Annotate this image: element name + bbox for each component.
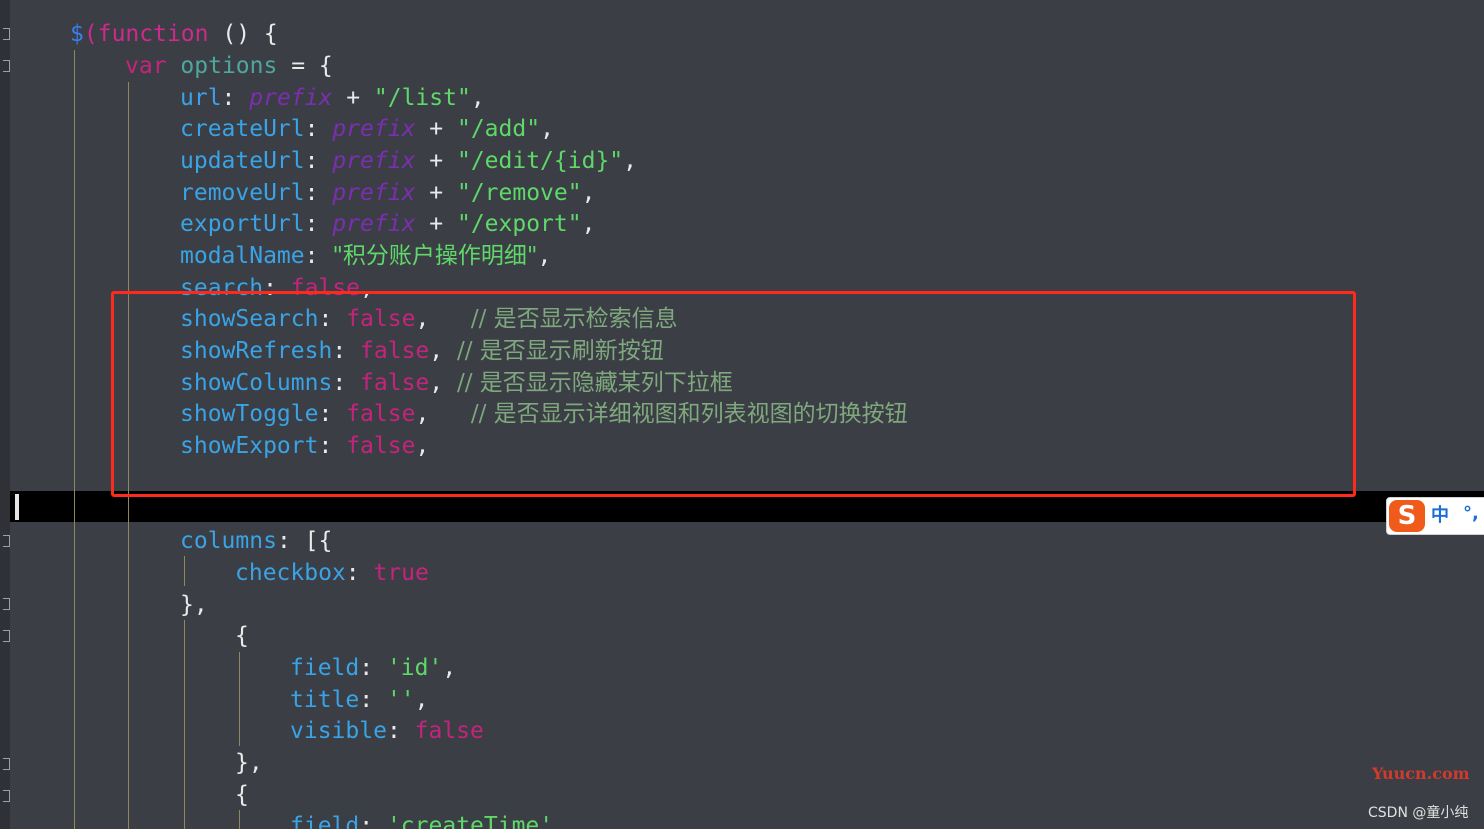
code-line-5: updateUrl: prefix + "/edit/{id}",: [180, 148, 637, 174]
annotation-highlight-box: [111, 291, 1356, 497]
code-line-8: modalName: "积分账户操作明细",: [180, 243, 552, 269]
editor-gutter: [0, 0, 10, 829]
code-line-7: exportUrl: prefix + "/export",: [180, 211, 596, 237]
indent-guide: [74, 50, 75, 829]
fold-marker-icon[interactable]: [3, 598, 10, 610]
code-line-1: $(function () {: [70, 21, 278, 47]
fold-marker-icon[interactable]: [3, 28, 10, 40]
fold-marker-icon[interactable]: [3, 630, 10, 642]
code-line-16: checkbox: true: [235, 560, 429, 586]
sogou-logo-icon[interactable]: S: [1389, 500, 1425, 532]
code-line-19: field: 'id',: [290, 655, 457, 681]
function-keyword: function: [97, 21, 209, 47]
fold-marker-icon[interactable]: [3, 60, 10, 72]
fold-marker-icon[interactable]: [3, 790, 10, 802]
code-line-20: title: '',: [290, 687, 429, 713]
code-line-21: visible: false: [290, 718, 484, 744]
ime-toolbar[interactable]: S 中 °,: [1386, 497, 1484, 535]
fold-marker-icon[interactable]: [3, 758, 10, 770]
code-line-15: columns: [{: [180, 528, 333, 554]
indent-guide: [184, 620, 185, 829]
ime-punctuation-toggle[interactable]: °,: [1463, 502, 1479, 526]
code-line-17: },: [180, 592, 208, 618]
indent-guide: [184, 556, 185, 586]
text-cursor: [15, 494, 19, 520]
code-line-23: {: [235, 782, 249, 808]
code-editor[interactable]: $(function () { var options = { url: pre…: [0, 0, 1484, 829]
var-keyword: var: [125, 53, 167, 79]
variable-name: options: [180, 53, 278, 79]
yuucn-watermark: Yuucn.com: [1372, 764, 1470, 783]
indent-guide: [239, 652, 240, 746]
code-line-24: field: 'createTime',: [290, 813, 567, 829]
code-line-22: },: [235, 750, 263, 776]
fold-marker-icon[interactable]: [3, 535, 10, 547]
code-line-18: {: [235, 623, 249, 649]
code-line-3: url: prefix + "/list",: [180, 85, 485, 111]
code-line-6: removeUrl: prefix + "/remove",: [180, 180, 596, 206]
code-line-4: createUrl: prefix + "/add",: [180, 116, 554, 142]
code-line-2: var options = {: [125, 53, 333, 79]
csdn-watermark: CSDN @童小纯: [1368, 805, 1469, 821]
jquery-dollar: $: [70, 21, 84, 47]
indent-guide: [239, 810, 240, 829]
ime-mode-toggle[interactable]: 中: [1431, 504, 1449, 528]
